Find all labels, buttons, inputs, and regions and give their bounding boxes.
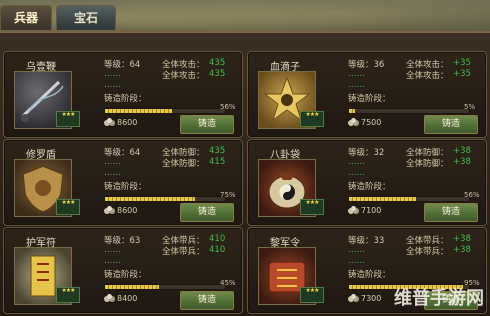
green-text-b: ……	[348, 80, 365, 90]
stat-a-value: +35	[453, 58, 471, 68]
stat-a-value: 410	[209, 234, 226, 244]
green-text-b: ……	[104, 168, 121, 178]
progress-percent: 75%	[220, 191, 236, 199]
forge-cost: 8400	[117, 294, 138, 303]
stat-b-label: 全体攻击：	[162, 71, 205, 81]
equipment-card: 修罗盾 ★★★ 等级：64 全体防御： 435 …… 全体防御： 415 …… …	[3, 139, 243, 226]
stat-a-value: +38	[453, 234, 471, 244]
forge-cost: 8600	[117, 118, 138, 127]
progress-percent: 45%	[220, 279, 236, 287]
forge-button[interactable]: 铸造	[424, 203, 478, 222]
green-text-b: ……	[104, 256, 121, 266]
star-rating: ★★★	[56, 199, 80, 215]
green-text-a: ……	[104, 157, 121, 167]
stage-label: 铸造阶段：	[348, 182, 391, 192]
green-text-a: ……	[104, 69, 121, 79]
stat-b-value: +35	[453, 69, 471, 79]
stat-a-value: 435	[209, 58, 226, 68]
forge-progress-bar	[348, 196, 470, 202]
green-text-b: ……	[348, 256, 365, 266]
equipment-card: 乌壹鞭 ★★★ 等级：64 全体攻击： 435 …… 全体攻击： 435 …… …	[3, 51, 243, 138]
stat-a-value: +38	[453, 146, 471, 156]
green-text-a: ……	[104, 245, 121, 255]
green-text-a: ……	[348, 69, 365, 79]
star-rating: ★★★	[56, 111, 80, 127]
green-text-a: ……	[348, 157, 365, 167]
stage-label: 铸造阶段：	[348, 270, 391, 280]
stat-b-value: 435	[209, 69, 226, 79]
progress-fill	[105, 109, 173, 113]
progress-fill	[349, 109, 355, 113]
stat-b-label: 全体带兵：	[162, 247, 205, 257]
stat-b-label: 全体带兵：	[406, 247, 449, 257]
coins-icon	[104, 118, 115, 126]
green-text-b: ……	[348, 168, 365, 178]
forge-cost: 7500	[361, 118, 382, 127]
star-rating: ★★★	[300, 111, 324, 127]
forge-cost: 7300	[361, 294, 382, 303]
forge-button[interactable]: 铸造	[424, 115, 478, 134]
stat-b-value: 410	[209, 245, 226, 255]
stat-b-label: 全体防御：	[162, 159, 205, 169]
stage-label: 铸造阶段：	[104, 94, 147, 104]
progress-percent: 56%	[220, 103, 236, 111]
equipment-card: 八卦袋 ★★★ 等级：32 全体防御： +38 …… 全体防御： +38 …… …	[247, 139, 487, 226]
stat-b-value: +38	[453, 157, 471, 167]
coins-icon	[348, 118, 359, 126]
progress-percent: 5%	[464, 103, 476, 111]
coins-icon	[348, 206, 359, 214]
star-rating: ★★★	[300, 199, 324, 215]
progress-percent: 56%	[464, 191, 480, 199]
star-rating: ★★★	[56, 287, 80, 303]
coins-icon	[348, 294, 359, 302]
forge-cost: 7100	[361, 206, 382, 215]
coins-icon	[104, 206, 115, 214]
equipment-card: 血滴子 ★★★ 等级：36 全体攻击： +35 …… 全体攻击： +35 …… …	[247, 51, 487, 138]
stage-label: 铸造阶段：	[348, 94, 391, 104]
green-text-b: ……	[104, 80, 121, 90]
forge-progress-bar	[104, 108, 226, 114]
stat-b-value: +38	[453, 245, 471, 255]
progress-fill	[349, 197, 417, 201]
star-rating: ★★★	[300, 287, 324, 303]
progress-fill	[105, 285, 159, 289]
stat-b-value: 415	[209, 157, 226, 167]
forge-progress-bar	[104, 196, 226, 202]
green-text-a: ……	[348, 245, 365, 255]
stat-a-value: 435	[209, 146, 226, 156]
tab-weapons[interactable]: 兵器	[0, 5, 52, 30]
tab-gems[interactable]: 宝石	[56, 5, 116, 30]
forge-button[interactable]: 铸造	[180, 115, 234, 134]
stage-label: 铸造阶段：	[104, 182, 147, 192]
site-watermark: 维普手游网	[394, 288, 484, 309]
category-tabs: 兵器 宝石	[0, 5, 116, 31]
stat-b-label: 全体防御：	[406, 159, 449, 169]
coins-icon	[104, 294, 115, 302]
forge-button[interactable]: 铸造	[180, 203, 234, 222]
stage-label: 铸造阶段：	[104, 270, 147, 280]
forge-progress-bar	[348, 108, 470, 114]
forge-button[interactable]: 铸造	[180, 291, 234, 310]
progress-fill	[105, 197, 195, 201]
forge-cost: 8600	[117, 206, 138, 215]
forge-progress-bar	[104, 284, 226, 290]
equipment-panel: 乌壹鞭 ★★★ 等级：64 全体攻击： 435 …… 全体攻击： 435 …… …	[0, 31, 490, 316]
equipment-card: 护军符 ★★★ 等级：63 全体带兵： 410 …… 全体带兵： 410 …… …	[3, 227, 243, 314]
stat-b-label: 全体攻击：	[406, 71, 449, 81]
